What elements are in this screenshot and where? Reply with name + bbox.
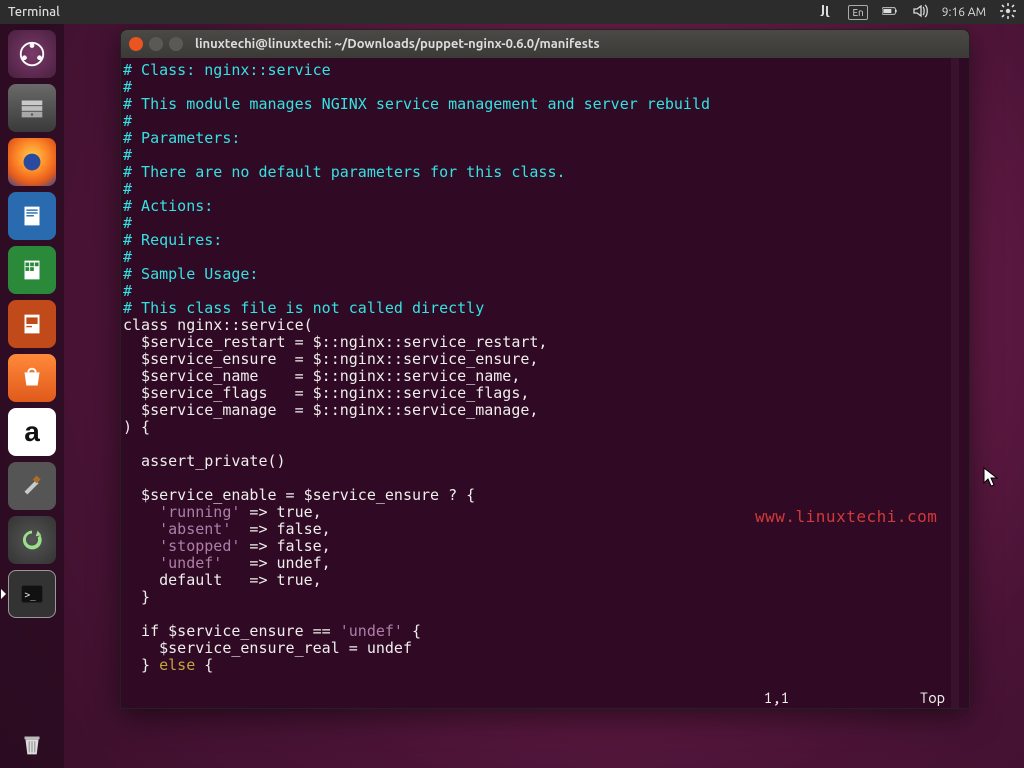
vim-status-line: 1,1 Top — [121, 689, 959, 706]
scroll-percent: Top — [920, 689, 945, 706]
window-close-button[interactable] — [129, 37, 143, 51]
launcher-terminal[interactable]: >_ — [8, 570, 56, 618]
mouse-cursor-icon — [983, 467, 999, 493]
launcher-amazon[interactable]: a — [8, 408, 56, 456]
cursor-position: 1,1 — [764, 689, 789, 706]
launcher-settings[interactable] — [8, 462, 56, 510]
window-title: linuxtechi@linuxtechi: ~/Downloads/puppe… — [195, 37, 600, 51]
watermark-text: www.linuxtechi.com — [755, 507, 937, 526]
terminal-window: linuxtechi@linuxtechi: ~/Downloads/puppe… — [120, 29, 970, 709]
window-titlebar[interactable]: linuxtechi@linuxtechi: ~/Downloads/puppe… — [121, 30, 969, 58]
launcher-updater[interactable] — [8, 516, 56, 564]
sound-icon[interactable] — [912, 3, 928, 22]
battery-icon[interactable] — [882, 3, 898, 22]
unity-launcher: a >_ — [0, 24, 64, 768]
launcher-impress[interactable] — [8, 300, 56, 348]
window-maximize-button[interactable] — [169, 37, 183, 51]
launcher-trash[interactable] — [8, 720, 56, 768]
gear-icon[interactable] — [1000, 3, 1016, 22]
scrollbar[interactable] — [951, 58, 959, 708]
launcher-calc[interactable] — [8, 246, 56, 294]
window-minimize-button[interactable] — [149, 37, 163, 51]
indicator-area: En 9:16 AM — [818, 3, 1016, 22]
launcher-dash[interactable] — [8, 30, 56, 78]
launcher-firefox[interactable] — [8, 138, 56, 186]
active-app-title: Terminal — [8, 5, 60, 19]
launcher-files[interactable] — [8, 84, 56, 132]
launcher-writer[interactable] — [8, 192, 56, 240]
editor-content[interactable]: # Class: nginx::service # # This module … — [123, 62, 953, 674]
top-panel: Terminal En 9:16 AM — [0, 0, 1024, 24]
terminal-body[interactable]: # Class: nginx::service # # This module … — [121, 58, 969, 708]
clock[interactable]: 9:16 AM — [942, 6, 986, 19]
network-icon[interactable] — [818, 3, 834, 22]
svg-text:>_: >_ — [25, 590, 37, 601]
keyboard-indicator[interactable]: En — [848, 5, 867, 20]
launcher-software[interactable] — [8, 354, 56, 402]
